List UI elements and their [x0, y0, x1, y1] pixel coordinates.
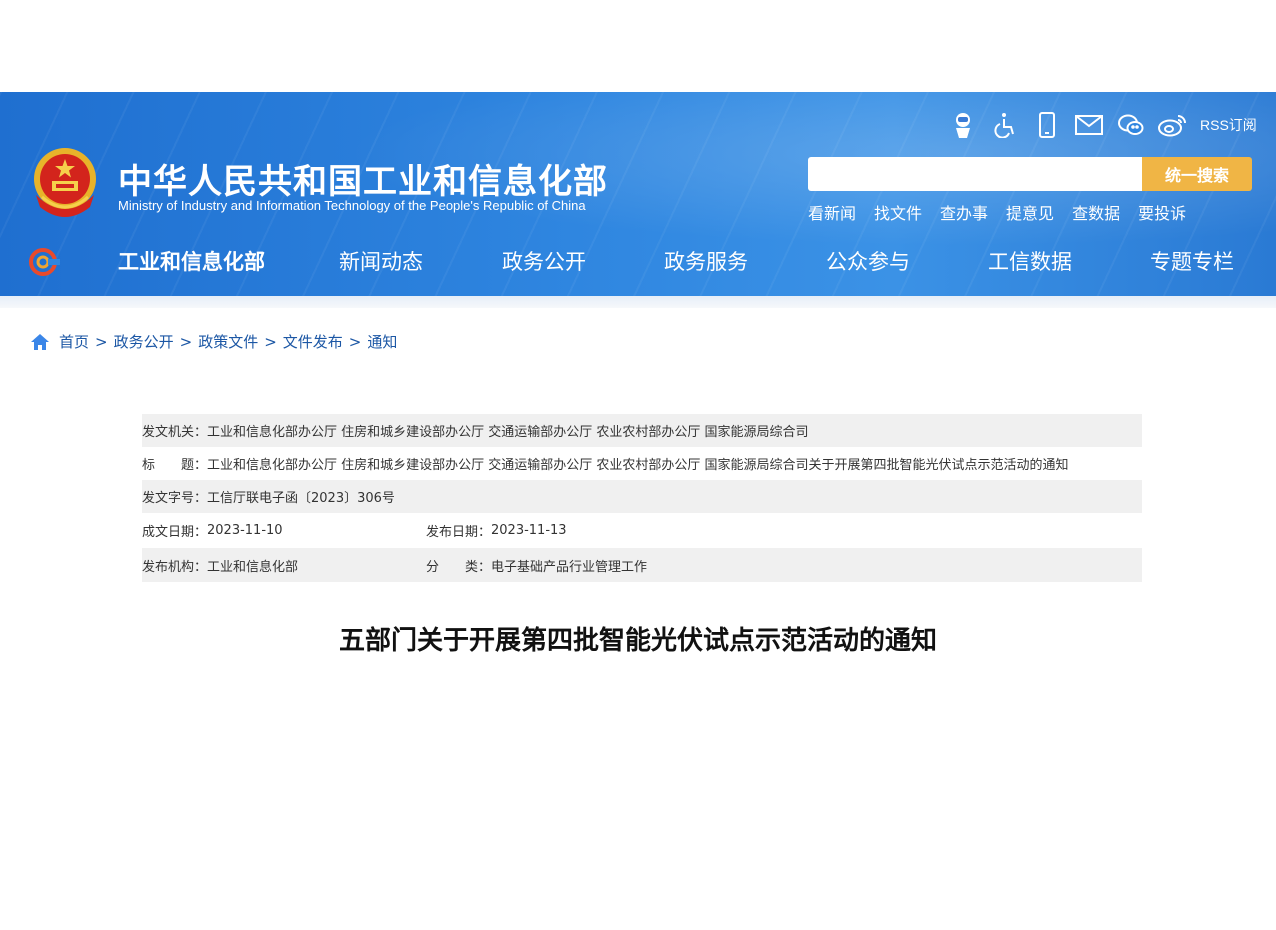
accessibility-icon[interactable]	[990, 110, 1020, 140]
breadcrumb-separator: >	[264, 332, 277, 351]
meta-value: 工业和信息化部	[207, 559, 299, 575]
meta-written-date: 成文日期： 2023-11-10	[142, 513, 283, 548]
meta-label: 发布机构：	[142, 559, 208, 575]
nav-item-public[interactable]: 公众参与	[826, 246, 910, 276]
meta-label: 标 题：	[142, 458, 208, 473]
nav-item-services[interactable]: 政务服务	[664, 246, 748, 276]
meta-category: 分 类： 电子基础产品行业管理工作	[426, 548, 647, 582]
quick-link-files[interactable]: 找文件	[874, 200, 922, 224]
breadcrumb-policy-files[interactable]: 政策文件	[198, 331, 258, 352]
nav-item-data[interactable]: 工信数据	[988, 246, 1072, 276]
wechat-icon[interactable]	[1116, 110, 1146, 140]
meta-label: 发文机关：	[142, 425, 208, 440]
header-shadow	[0, 296, 1276, 308]
robot-icon[interactable]	[948, 110, 978, 140]
quick-link-news[interactable]: 看新闻	[808, 200, 856, 224]
meta-value: 工业和信息化部办公厅 住房和城乡建设部办公厅 交通运输部办公厅 农业农村部办公厅…	[207, 425, 809, 440]
breadcrumb-affairs-open[interactable]: 政务公开	[114, 331, 174, 352]
meta-row-issuer: 发文机关： 工业和信息化部办公厅 住房和城乡建设部办公厅 交通运输部办公厅 农业…	[142, 414, 1142, 447]
meta-label: 发布日期：	[426, 525, 492, 540]
meta-value: 电子基础产品行业管理工作	[491, 559, 648, 575]
site-header: 中华人民共和国工业和信息化部 Ministry of Industry and …	[0, 92, 1276, 298]
quick-link-data[interactable]: 查数据	[1072, 200, 1120, 224]
breadcrumb-separator: >	[95, 332, 108, 351]
quick-links: 看新闻 找文件 查办事 提意见 查数据 要投诉	[808, 200, 1204, 224]
home-icon[interactable]	[30, 333, 50, 351]
meta-label: 分 类：	[426, 559, 492, 575]
quick-link-feedback[interactable]: 提意见	[1006, 200, 1054, 224]
meta-row-title: 标 题： 工业和信息化部办公厅 住房和城乡建设部办公厅 交通运输部办公厅 农业农…	[142, 447, 1142, 480]
search-button[interactable]: 统一搜索	[1142, 157, 1252, 191]
meta-row-dates: 成文日期： 2023-11-10 发布日期： 2023-11-13	[142, 513, 1142, 548]
quick-link-services[interactable]: 查办事	[940, 200, 988, 224]
nav-item-news[interactable]: 新闻动态	[339, 246, 423, 276]
breadcrumb-file-release[interactable]: 文件发布	[283, 331, 343, 352]
quick-link-complaint[interactable]: 要投诉	[1138, 200, 1186, 224]
breadcrumb: 首页 > 政务公开 > 政策文件 > 文件发布 > 通知	[30, 331, 397, 352]
mobile-icon[interactable]	[1032, 110, 1062, 140]
main-nav: 工业和信息化部 新闻动态 政务公开 政务服务 公众参与 工信数据 专题专栏	[0, 242, 1276, 282]
nav-item-affairs-open[interactable]: 政务公开	[502, 246, 586, 276]
breadcrumb-notice[interactable]: 通知	[367, 331, 397, 352]
header-tools: RSS订阅	[948, 110, 1257, 140]
article-title: 五部门关于开展第四批智能光伏试点示范活动的通知	[338, 626, 937, 656]
search-input[interactable]	[808, 157, 1142, 191]
meta-org: 发布机构： 工业和信息化部	[142, 548, 298, 582]
meta-label: 发文字号：	[142, 491, 208, 506]
meta-published-date: 发布日期： 2023-11-13	[426, 513, 567, 548]
meta-doc-no: 发文字号： 工信厅联电子函〔2023〕306号	[142, 480, 395, 513]
nav-item-ministry[interactable]: 工业和信息化部	[118, 246, 265, 276]
meta-row-doc-no: 发文字号： 工信厅联电子函〔2023〕306号	[142, 480, 1142, 513]
national-emblem-icon	[34, 148, 96, 217]
meta-label: 成文日期：	[142, 525, 208, 540]
breadcrumb-separator: >	[179, 332, 193, 351]
rss-link[interactable]: RSS订阅	[1200, 115, 1257, 135]
meta-value: 工信厅联电子函〔2023〕306号	[207, 491, 395, 506]
meta-value: 2023-11-13	[491, 523, 567, 538]
document-meta-table: 发文机关： 工业和信息化部办公厅 住房和城乡建设部办公厅 交通运输部办公厅 农业…	[142, 414, 1142, 582]
meta-title: 标 题： 工业和信息化部办公厅 住房和城乡建设部办公厅 交通运输部办公厅 农业农…	[142, 447, 1069, 480]
mail-icon[interactable]	[1074, 110, 1104, 140]
ministry-name-en: Ministry of Industry and Information Tec…	[118, 198, 586, 213]
meta-value: 工业和信息化部办公厅 住房和城乡建设部办公厅 交通运输部办公厅 农业农村部办公厅…	[207, 458, 1069, 473]
meta-row-org: 发布机构： 工业和信息化部 分 类： 电子基础产品行业管理工作	[142, 548, 1142, 582]
weibo-icon[interactable]	[1158, 110, 1188, 140]
breadcrumb-separator: >	[348, 332, 362, 351]
ministry-name-cn: 中华人民共和国工业和信息化部	[118, 162, 608, 202]
meta-issuer: 发文机关： 工业和信息化部办公厅 住房和城乡建设部办公厅 交通运输部办公厅 农业…	[142, 414, 809, 447]
nav-item-topics[interactable]: 专题专栏	[1150, 246, 1234, 276]
meta-value: 2023-11-10	[207, 523, 283, 538]
breadcrumb-home[interactable]: 首页	[59, 331, 89, 352]
